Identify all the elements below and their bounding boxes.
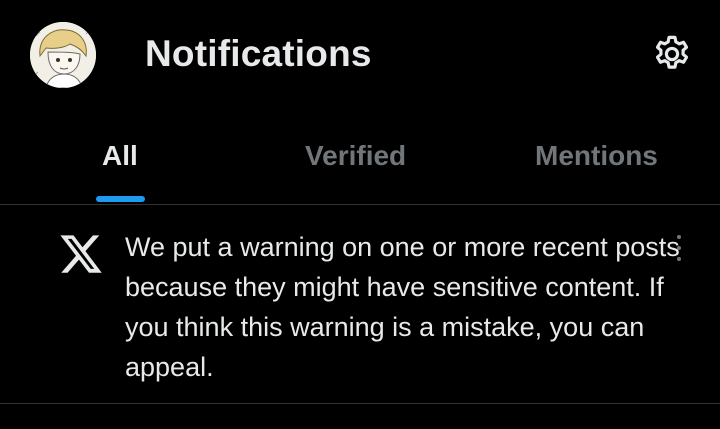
notification-divider (0, 403, 720, 404)
x-logo-icon (58, 231, 104, 277)
gear-icon (655, 35, 689, 69)
tab-mentions[interactable]: Mentions (535, 140, 658, 172)
top-app-bar: Notifications (0, 0, 720, 112)
active-tab-indicator (96, 196, 145, 202)
tab-verified[interactable]: Verified (305, 140, 406, 172)
notification-tabs: All Verified Mentions (0, 112, 720, 204)
notification-item[interactable]: We put a warning on one or more recent p… (0, 205, 720, 403)
user-avatar[interactable] (30, 22, 96, 88)
settings-button[interactable] (648, 30, 696, 78)
avatar-illustration (30, 22, 96, 88)
notification-text: We put a warning on one or more recent p… (125, 232, 680, 382)
more-options-icon[interactable] (674, 235, 684, 261)
tab-all[interactable]: All (102, 140, 138, 172)
page-title: Notifications (145, 33, 372, 74)
